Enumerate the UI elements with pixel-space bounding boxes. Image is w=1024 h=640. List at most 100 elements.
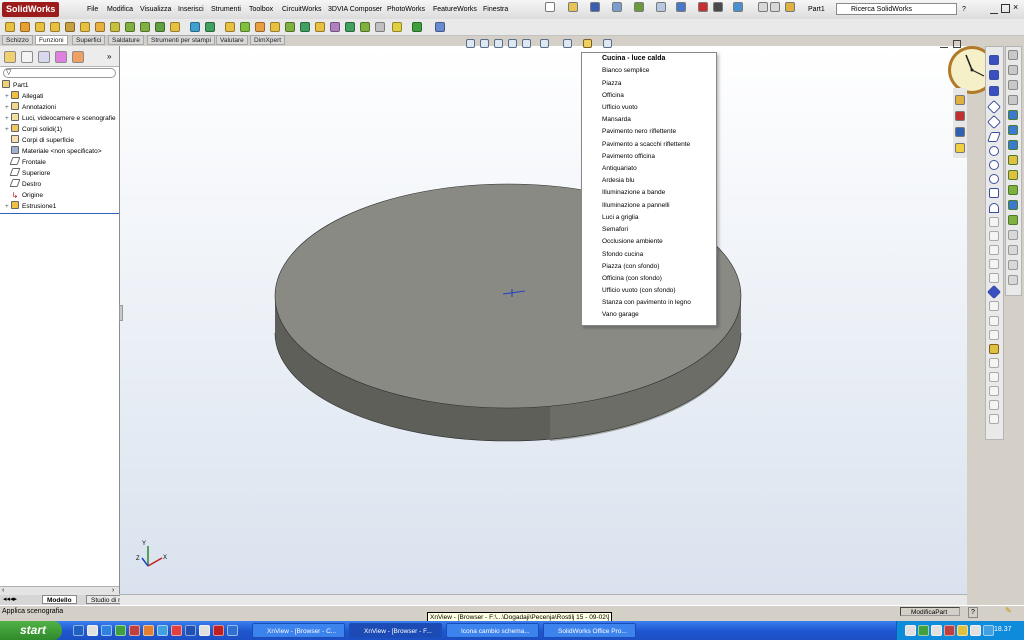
tree-root[interactable]: Part1 bbox=[2, 80, 121, 91]
feature-tool-icon[interactable] bbox=[1008, 50, 1018, 60]
feature-tool-icon[interactable] bbox=[1008, 260, 1018, 270]
sketch-tool-icon[interactable] bbox=[989, 259, 999, 269]
taskbar-button-xnview-c[interactable]: XnView - [Browser - C... bbox=[252, 623, 345, 638]
task-pane-appearances-icon[interactable] bbox=[955, 143, 965, 153]
search-input[interactable]: Ricerca SolidWorks bbox=[836, 3, 957, 15]
menu-visualizza[interactable]: Visualizza bbox=[140, 4, 171, 15]
taskbar-clock[interactable]: 18.37 bbox=[994, 626, 1012, 633]
menu-modifica[interactable]: Modifica bbox=[107, 4, 133, 15]
feature-tool-icon[interactable] bbox=[1008, 185, 1018, 195]
undo-icon[interactable] bbox=[676, 2, 686, 12]
split-icon[interactable] bbox=[375, 22, 385, 32]
hide-show-items-icon[interactable] bbox=[563, 39, 572, 48]
menu-toolbox[interactable]: Toolbox bbox=[249, 4, 273, 15]
tree-item-superiore[interactable]: Superiore bbox=[5, 168, 124, 179]
quicklaunch-app-icon[interactable] bbox=[199, 625, 210, 636]
select-icon[interactable] bbox=[713, 2, 723, 12]
extrude-boss-icon[interactable] bbox=[5, 22, 15, 32]
tab-strumenti-per-stampi[interactable]: Strumenti per stampi bbox=[147, 35, 215, 45]
sketch-tool-icon[interactable] bbox=[989, 203, 999, 213]
menu-inserisci[interactable]: Inserisci bbox=[178, 4, 204, 15]
apply-scene-icon[interactable] bbox=[583, 39, 592, 48]
scene-option[interactable]: Pavimento officina bbox=[602, 151, 728, 163]
view-settings-icon[interactable] bbox=[603, 39, 612, 48]
sketch-tool-icon[interactable] bbox=[989, 414, 999, 424]
menu-finestra[interactable]: Finestra bbox=[483, 4, 508, 15]
scene-option[interactable]: Cucina - luce calda bbox=[602, 53, 728, 65]
sketch-tool-icon[interactable] bbox=[989, 245, 999, 255]
feature-tool-icon[interactable] bbox=[1008, 215, 1018, 225]
dome-icon[interactable] bbox=[285, 22, 295, 32]
sketch-tool-icon[interactable] bbox=[989, 146, 999, 156]
tab-funzioni[interactable]: Funzioni bbox=[35, 35, 68, 45]
scene-option[interactable]: Pavimento a scacchi riflettente bbox=[602, 139, 728, 151]
sketch-tool-icon[interactable] bbox=[989, 86, 999, 96]
new-document-icon[interactable] bbox=[545, 2, 555, 12]
tray-icon[interactable] bbox=[970, 625, 981, 636]
scene-option[interactable]: Stanza con pavimento in legno bbox=[602, 297, 728, 309]
sketch-tool-icon[interactable] bbox=[989, 273, 999, 283]
window-tile-icon[interactable] bbox=[758, 2, 768, 12]
revolve-boss-icon[interactable] bbox=[20, 22, 30, 32]
sketch-tool-icon[interactable] bbox=[989, 358, 999, 368]
scene-option[interactable]: Antiquariato bbox=[602, 163, 728, 175]
hole-wizard-icon[interactable] bbox=[170, 22, 180, 32]
tab-valutare[interactable]: Valutare bbox=[216, 35, 248, 45]
tab-schizzo[interactable]: Schizzo bbox=[2, 35, 33, 45]
feature-tool-icon[interactable] bbox=[1008, 245, 1018, 255]
shell-icon[interactable] bbox=[140, 22, 150, 32]
taskbar-button-icona-cambio[interactable]: Icona cambio schema... bbox=[446, 623, 539, 638]
tree-item-origine[interactable]: ↳ Origine bbox=[5, 190, 124, 201]
maximize-icon[interactable] bbox=[1001, 4, 1010, 13]
flex-icon[interactable] bbox=[300, 22, 310, 32]
open-folder-icon[interactable] bbox=[568, 2, 578, 12]
zoom-to-fit-icon[interactable] bbox=[466, 39, 475, 48]
quicklaunch-app-icon[interactable] bbox=[129, 625, 140, 636]
sketch-icon[interactable] bbox=[392, 22, 402, 32]
task-pane-toolbox-icon[interactable] bbox=[955, 111, 965, 121]
indent-icon[interactable] bbox=[330, 22, 340, 32]
tab-saldature[interactable]: Saldature bbox=[108, 35, 144, 45]
previous-view-icon[interactable] bbox=[494, 39, 503, 48]
mirror-icon[interactable] bbox=[225, 22, 235, 32]
scene-option[interactable]: Ardesia blu bbox=[602, 175, 728, 187]
tab-scroll-arrows-icon[interactable]: ◂◂◂▸ bbox=[3, 595, 17, 603]
rebuild-icon[interactable] bbox=[634, 2, 644, 12]
feature-tool-icon[interactable] bbox=[1008, 230, 1018, 240]
sketch-tool-icon[interactable] bbox=[989, 386, 999, 396]
scroll-right-icon[interactable]: › bbox=[112, 587, 114, 594]
status-notification-icon[interactable]: ✎ bbox=[1005, 606, 1012, 615]
tree-item-estrusione1[interactable]: + Estrusione1 bbox=[5, 201, 124, 212]
circular-pattern-icon[interactable] bbox=[205, 22, 215, 32]
tray-icon[interactable] bbox=[957, 625, 968, 636]
linear-pattern-icon[interactable] bbox=[190, 22, 200, 32]
tray-icon[interactable] bbox=[905, 625, 916, 636]
tray-icon[interactable] bbox=[983, 625, 994, 636]
scene-option[interactable]: Ufficio vuoto (con sfondo) bbox=[602, 285, 728, 297]
scene-option[interactable]: Luci a griglia bbox=[602, 212, 728, 224]
traffic-light-icon[interactable] bbox=[698, 2, 708, 12]
tree-item-corpi-superficie[interactable]: Corpi di superficie bbox=[5, 135, 124, 146]
menu-circuitworks[interactable]: CircuitWorks bbox=[282, 4, 322, 15]
scene-option[interactable]: Sfondo cucina bbox=[602, 249, 728, 261]
rollback-bar[interactable] bbox=[0, 213, 119, 214]
quicklaunch-desktop-icon[interactable] bbox=[101, 625, 112, 636]
tree-item-frontale[interactable]: Frontale bbox=[5, 157, 124, 168]
dimxpert-manager-tab-icon[interactable] bbox=[55, 51, 67, 63]
tree-item-annotazioni[interactable]: + Annotazioni bbox=[5, 102, 124, 113]
quicklaunch-app-icon[interactable] bbox=[157, 625, 168, 636]
scene-option[interactable]: Illuminazione a pannelli bbox=[602, 200, 728, 212]
zoom-area-icon[interactable] bbox=[480, 39, 489, 48]
feature-tool-icon[interactable] bbox=[1008, 140, 1018, 150]
sketch-tool-icon[interactable] bbox=[989, 55, 999, 65]
quicklaunch-ie-icon[interactable] bbox=[73, 625, 84, 636]
tree-item-materiale[interactable]: Materiale <non specificato> bbox=[5, 146, 124, 157]
instant3d-icon[interactable] bbox=[270, 22, 280, 32]
display-manager-tab-icon[interactable] bbox=[72, 51, 84, 63]
layout-icon[interactable] bbox=[785, 2, 795, 12]
scene-option[interactable]: Officina bbox=[602, 90, 728, 102]
sketch-tool-icon[interactable] bbox=[989, 70, 999, 80]
sketch-tool-icon[interactable] bbox=[989, 372, 999, 382]
smart-dimension-icon[interactable] bbox=[412, 22, 422, 32]
panel-splitter-handle[interactable] bbox=[119, 305, 123, 321]
